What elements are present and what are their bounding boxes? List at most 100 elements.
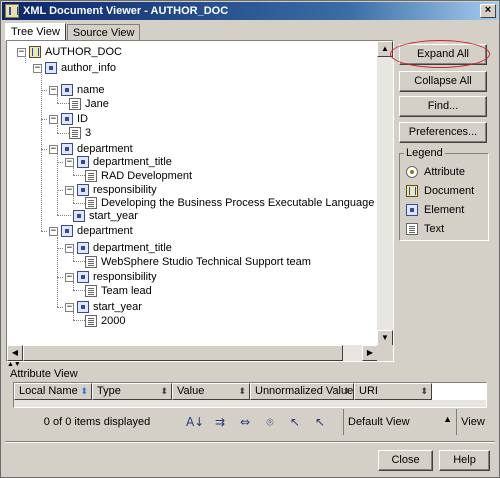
binoculars-icon[interactable]: ⌾ [261, 414, 279, 430]
collapse-toggle[interactable]: − [49, 226, 58, 236]
sort-az-icon[interactable]: A↓ [186, 414, 204, 430]
window-title: XML Document Viewer - AUTHOR_DOC [23, 5, 229, 17]
collapse-toggle[interactable]: − [65, 185, 74, 195]
divider [5, 441, 495, 443]
text-icon [69, 98, 81, 110]
tree-node[interactable]: start_year [73, 208, 138, 224]
text-icon [85, 170, 97, 182]
tree-node-label: start_year [89, 210, 138, 222]
pointer-options-icon[interactable]: ↖ [311, 414, 329, 430]
scroll-down-arrow-icon[interactable]: ▼ [377, 330, 393, 346]
tree-node-label: responsibility [93, 271, 157, 283]
collapse-all-button[interactable]: Collapse All [399, 71, 487, 92]
view-select[interactable]: Default View ▲ [343, 409, 457, 435]
column-header-value[interactable]: Value ⬍ [172, 383, 250, 400]
collapse-toggle[interactable]: − [65, 272, 74, 282]
items-displayed-status: 0 of 0 items displayed [43, 416, 151, 428]
tree-node[interactable]: − department [49, 223, 133, 239]
tree-node[interactable]: Team lead [85, 283, 152, 299]
tree-node-label: Jane [85, 98, 109, 110]
scroll-right-arrow-icon[interactable]: ▶ [362, 345, 378, 361]
element-icon [406, 204, 418, 216]
text-icon [85, 285, 97, 297]
text-icon [85, 256, 97, 268]
element-icon [77, 301, 89, 313]
collapse-toggle[interactable]: − [65, 302, 74, 312]
attribute-icon [406, 166, 418, 178]
tree-node-label: Developing the Business Process Executab… [101, 197, 378, 209]
legend-item-text: Text [406, 223, 444, 235]
tree-node[interactable]: WebSphere Studio Technical Support team [85, 254, 311, 270]
tree-panel: − AUTHOR_DOC − author_info − name Jane − [6, 40, 394, 362]
tree-node-label: 2000 [101, 315, 126, 327]
tree-view: − AUTHOR_DOC − author_info − name Jane − [7, 41, 378, 346]
collapse-toggle[interactable]: − [49, 85, 58, 95]
move-columns-icon[interactable]: ⇔ [236, 414, 254, 430]
tree-vertical-scrollbar[interactable]: ▲ ▼ [377, 41, 393, 346]
document-icon [406, 185, 418, 197]
sort-icon: ⬍ [160, 386, 168, 396]
dropdown-arrow-icon: ▲ [443, 414, 452, 424]
collapse-toggle[interactable]: − [33, 63, 42, 73]
element-icon [77, 271, 89, 283]
tree-node-label: department_title [93, 242, 172, 254]
title-bar: XML Document Viewer - AUTHOR_DOC × [2, 2, 498, 20]
attribute-horizontal-scrollbar[interactable] [14, 400, 486, 407]
scroll-thumb[interactable] [23, 345, 343, 361]
attribute-table: Local Name ⬍ Type ⬍ Value ⬍ Unnormalized… [13, 382, 487, 408]
attribute-status-bar: 0 of 0 items displayed A↓ ⇉ ⇔ ⌾ ↖ ↖ Defa… [13, 409, 487, 435]
scroll-corner [377, 345, 393, 361]
splitter-arrows-icon[interactable]: ▲▼ [7, 361, 21, 368]
scroll-left-arrow-icon[interactable]: ◀ [7, 345, 23, 361]
tab-tree-view[interactable]: Tree View [5, 23, 66, 41]
text-icon [69, 127, 81, 139]
tree-node[interactable]: − AUTHOR_DOC [17, 44, 122, 60]
tree-node-label: WebSphere Studio Technical Support team [101, 256, 311, 268]
legend-label: Text [424, 223, 445, 235]
sort-icon: ⬍ [342, 386, 350, 396]
column-header-unnormalized-value[interactable]: Unnormalized Value ⬍ [250, 383, 354, 400]
tree-horizontal-scrollbar[interactable]: ◀ ▶ [7, 345, 378, 361]
document-icon [29, 46, 41, 58]
find-button[interactable]: Find... [399, 96, 487, 117]
collapse-toggle[interactable]: − [49, 144, 58, 154]
column-header-local-name[interactable]: Local Name ⬍ [14, 383, 92, 400]
collapse-toggle[interactable]: − [17, 47, 26, 57]
tree-node-label: name [77, 84, 105, 96]
tree-node-label: RAD Development [101, 170, 193, 182]
tree-node[interactable]: 3 [69, 125, 91, 141]
tree-node-label: start_year [93, 301, 142, 313]
filter-icon[interactable]: ⇉ [211, 414, 229, 430]
column-header-uri[interactable]: URI ⬍ [354, 383, 432, 400]
tree-node-label: Team lead [101, 285, 152, 297]
collapse-toggle[interactable]: − [65, 243, 74, 253]
view-button[interactable]: View [459, 409, 487, 435]
tree-node[interactable]: 2000 [85, 313, 125, 329]
tree-node-label: 3 [85, 127, 92, 139]
collapse-toggle[interactable]: − [49, 114, 58, 124]
view-tabs: Tree View Source View [5, 23, 141, 41]
help-button[interactable]: Help [439, 450, 490, 471]
legend-title: Legend [404, 147, 445, 159]
tree-node[interactable]: Jane [69, 96, 109, 112]
column-header-type[interactable]: Type ⬍ [92, 383, 172, 400]
select-pointer-icon[interactable]: ↖ [286, 414, 304, 430]
window-close-button[interactable]: × [480, 4, 496, 18]
tab-source-view[interactable]: Source View [66, 24, 141, 41]
element-icon [77, 242, 89, 254]
text-icon [85, 315, 97, 327]
element-icon [61, 225, 73, 237]
sort-icon: ⬍ [238, 386, 246, 396]
tree-node-label: department_title [93, 156, 172, 168]
text-icon [406, 223, 418, 235]
collapse-toggle[interactable]: − [65, 157, 74, 167]
sort-icon: ⬍ [420, 386, 428, 396]
element-icon [73, 210, 85, 222]
legend-item-attribute: Attribute [406, 166, 465, 178]
element-icon [61, 113, 73, 125]
attribute-view-title: Attribute View [10, 368, 78, 380]
preferences-button[interactable]: Preferences... [399, 122, 487, 143]
close-button[interactable]: Close [378, 450, 433, 471]
tree-node-label: ID [77, 113, 88, 125]
tree-node[interactable]: − author_info [33, 60, 116, 76]
